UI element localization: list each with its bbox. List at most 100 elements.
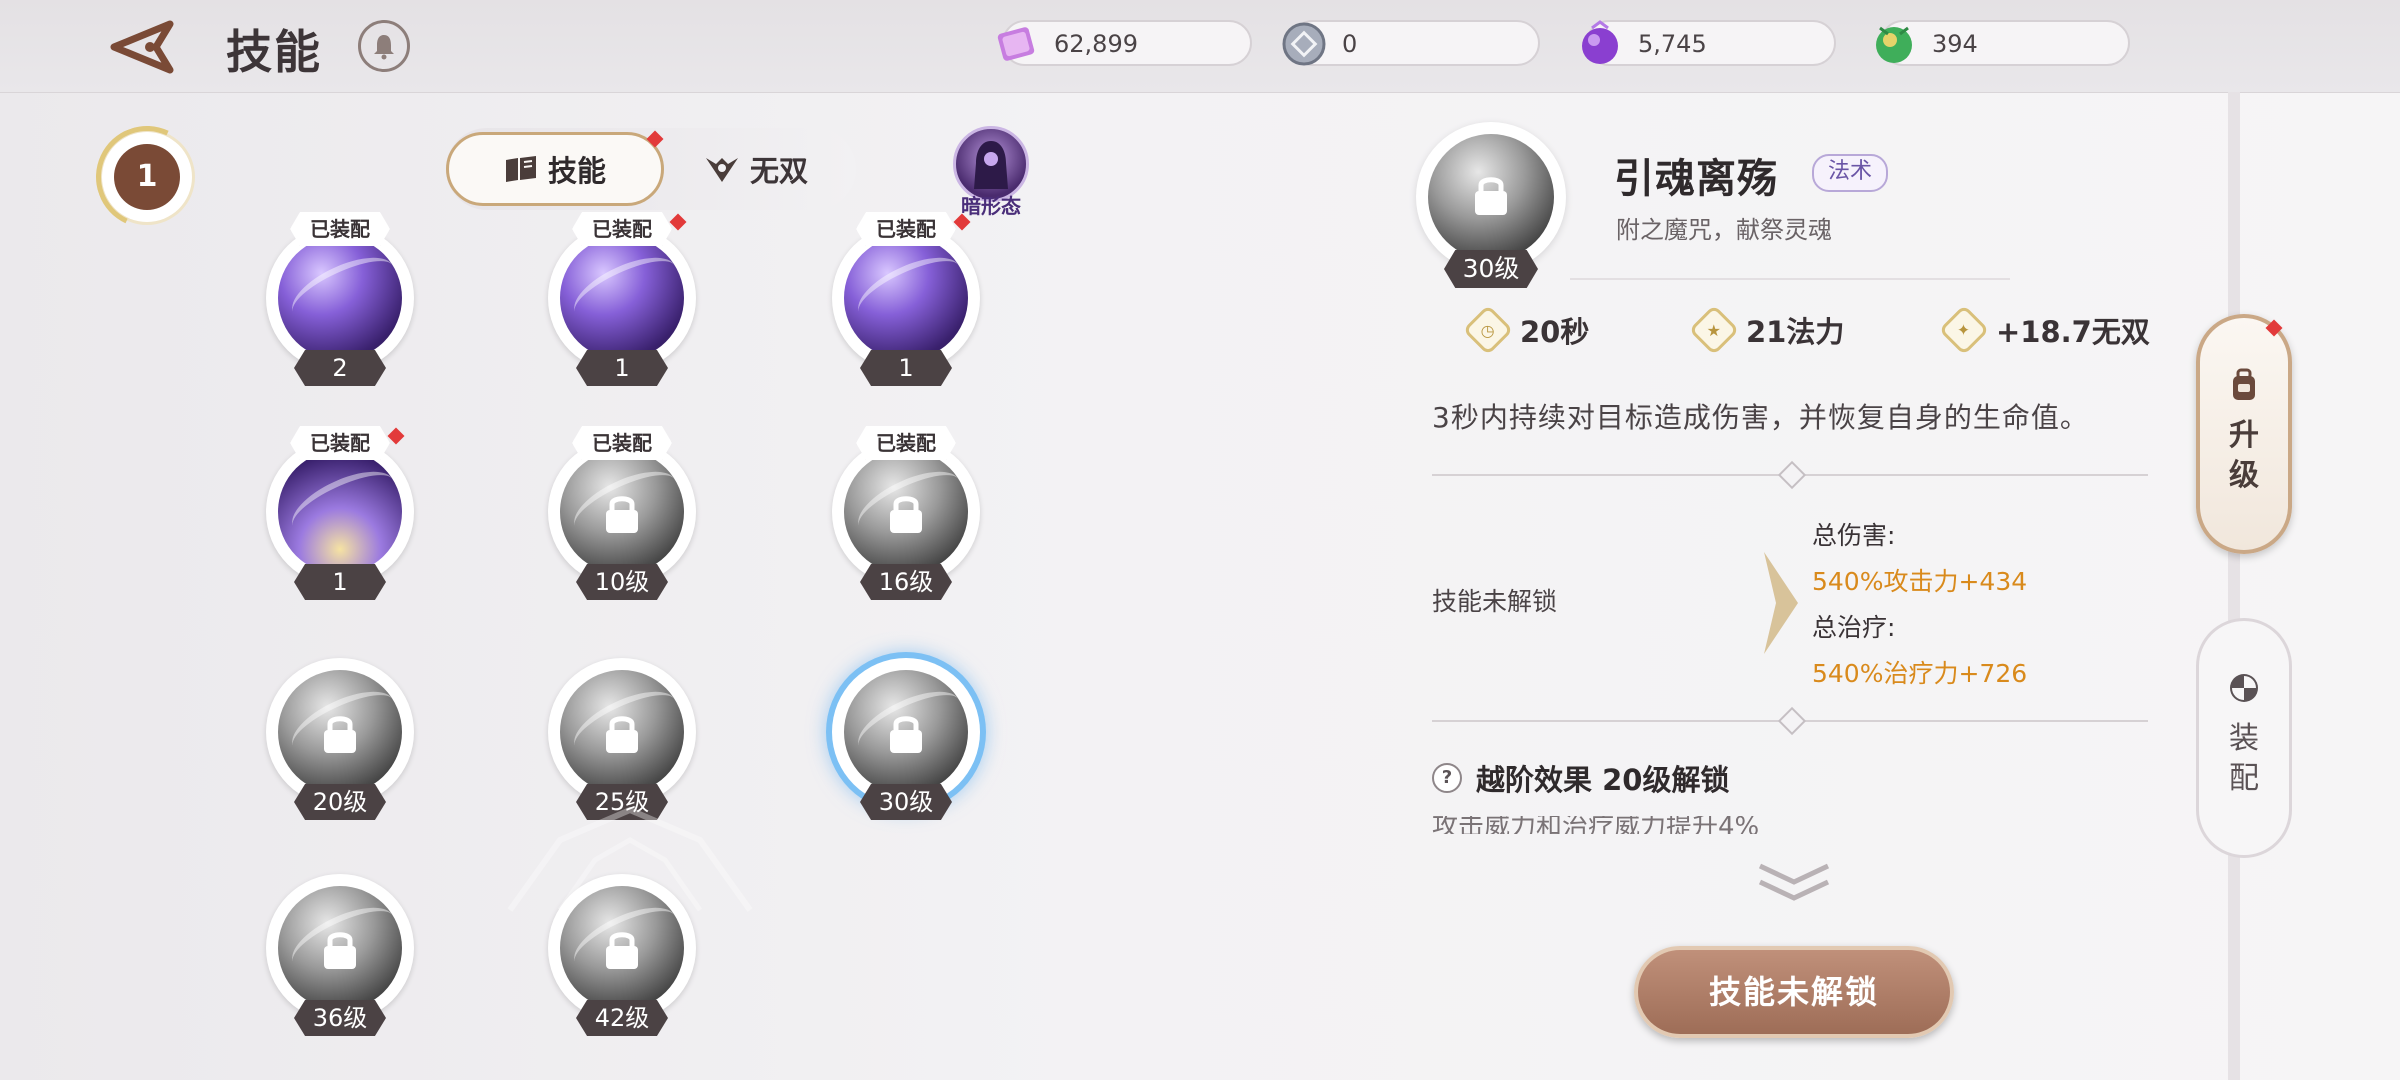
green-orb-icon [1876,26,1912,63]
currency-purple-gem[interactable]: 5,745 [1582,20,1836,66]
currency-value: 62,899 [1054,30,1138,58]
chevron-right-icon [1764,552,1798,654]
equip-swirl-icon [2230,674,2258,702]
currency-green-orb[interactable]: 394 [1876,20,2130,66]
back-arrow-icon [110,20,174,74]
divider [1432,460,2148,490]
purple-gem-icon [1582,20,1618,64]
skill-slot[interactable]: 20级 [250,642,430,822]
skill-artwork [278,886,402,1010]
lock-icon [324,932,356,969]
currency-crystal-ticket[interactable]: 62,899 [997,20,1252,66]
equipped-badge: 已装配 [856,212,956,246]
lock-icon [606,932,638,969]
help-icon[interactable]: ? [1432,763,1462,793]
advanced-effect-title[interactable]: ? 越阶效果 20级解锁 [1432,758,1729,798]
skill-slot[interactable]: 30级 [816,642,996,822]
clock-icon: ◷ [1462,304,1514,356]
lock-icon [324,716,356,753]
hooded-figure-icon [974,141,1008,189]
skill-slot[interactable]: 1 已装配 [532,208,712,388]
page-title: 技能 [226,25,322,79]
notification-button[interactable] [358,20,410,72]
equipped-badge: 已装配 [856,426,956,460]
side-tab-upgrade-label: 升级 [2229,418,2259,493]
equipped-badge: 已装配 [572,426,672,460]
cooldown-value: 20秒 [1520,315,1590,349]
skill-level: 36级 [294,1000,386,1036]
skill-name: 引魂离殇 [1614,156,1778,202]
equipped-badge: 已装配 [290,212,390,246]
skill-slot[interactable]: 25级 [532,642,712,822]
tab-musou-label: 无双 [749,154,808,188]
unlock-skill-button[interactable]: 技能未解锁 [1634,946,1954,1038]
currency-coin[interactable]: 0 [1282,20,1540,66]
total-damage-value: 540%攻击力+434 [1812,567,2028,596]
musou-gain-value: +18.7无双 [1996,315,2150,349]
musou-gain-icon: ✦ [1938,304,1990,356]
advanced-effect-label: 越阶效果 20级解锁 [1476,763,1730,797]
stat-musou-gain: ✦ +18.7无双 [1938,304,2150,356]
character-level: 1 [114,144,180,210]
advanced-effect-text: 攻击威力和治疗威力提升4% [1432,816,1760,834]
new-indicator-dot [387,427,405,445]
total-heal-value: 540%治疗力+726 [1812,659,2028,688]
stat-cooldown: ◷ 20秒 [1462,304,1590,356]
total-damage-label: 总伤害: [1812,521,1896,550]
header-separator [1570,278,2010,280]
skill-level: 30级 [860,784,952,820]
skill-subtitle: 附之魔咒，献祭灵魂 [1616,216,1832,244]
skill-slot[interactable]: 1 已装配 [816,208,996,388]
skill-slot[interactable]: 10级 已装配 [532,422,712,602]
crystal-ticket-icon [997,27,1035,61]
skill-slot[interactable]: 2 已装配 [250,208,430,388]
skill-artwork [278,670,402,794]
currency-value: 5,745 [1638,30,1707,58]
lock-icon [890,496,922,533]
tab-musou[interactable]: 无双 [666,132,846,206]
new-indicator-dot [669,213,687,231]
skill-slot[interactable]: 1 已装配 [250,422,430,602]
advanced-effect-description: 攻击威力和治疗威力提升4% [1432,816,2148,834]
tab-skills-label: 技能 [547,154,606,188]
skill-level: 20级 [294,784,386,820]
backpack-icon [2233,368,2255,400]
skill-level: 2 [294,350,386,386]
side-rail [2228,92,2240,1080]
character-level-badge: 1 [81,111,213,243]
selected-skill-icon: 30级 [1416,122,1566,288]
skill-level: 10级 [576,564,668,600]
side-tab-equip[interactable]: 装配 [2196,618,2292,858]
star-icon: ★ [1688,304,1740,356]
unlock-status-label: 技能未解锁 [1432,587,1558,616]
skill-artwork [844,450,968,574]
lock-icon [606,716,638,753]
mana-cost-value: 21法力 [1746,315,1845,349]
skill-description: 3秒内持续对目标造成伤害，并恢复自身的生命值。 [1432,401,2089,434]
side-tab-upgrade[interactable]: 升级 [2196,314,2292,554]
skill-tabs: 技能 无双 [446,128,856,210]
skill-level: 1 [294,564,386,600]
lock-icon [606,496,638,533]
skill-artwork [560,450,684,574]
back-button[interactable] [110,18,184,76]
skill-type-badge: 法术 [1812,154,1889,192]
musou-crest-icon [705,158,738,182]
skill-detail-panel: 30级 引魂离殇 法术 附之魔咒，献祭灵魂 ◷ 20秒 ★ 21法力 ✦ +18… [1400,118,2160,1068]
skill-level: 1 [860,350,952,386]
skill-artwork [844,236,968,360]
stat-mana-cost: ★ 21法力 [1688,304,1845,356]
new-indicator-dot [646,130,664,148]
skill-artwork [560,236,684,360]
skill-slot[interactable]: 16级 已装配 [816,422,996,602]
skill-slot[interactable]: 36级 [250,858,430,1038]
divider [1432,706,2148,736]
scroll-book-icon [505,156,536,182]
skill-level: 1 [576,350,668,386]
skill-artwork [844,670,968,794]
tab-skills[interactable]: 技能 [446,130,664,206]
new-indicator-dot [953,213,971,231]
selected-skill-level: 30级 [1444,250,1538,288]
skill-level: 16级 [860,564,952,600]
scroll-down-chevron-icon[interactable] [1754,860,1834,904]
